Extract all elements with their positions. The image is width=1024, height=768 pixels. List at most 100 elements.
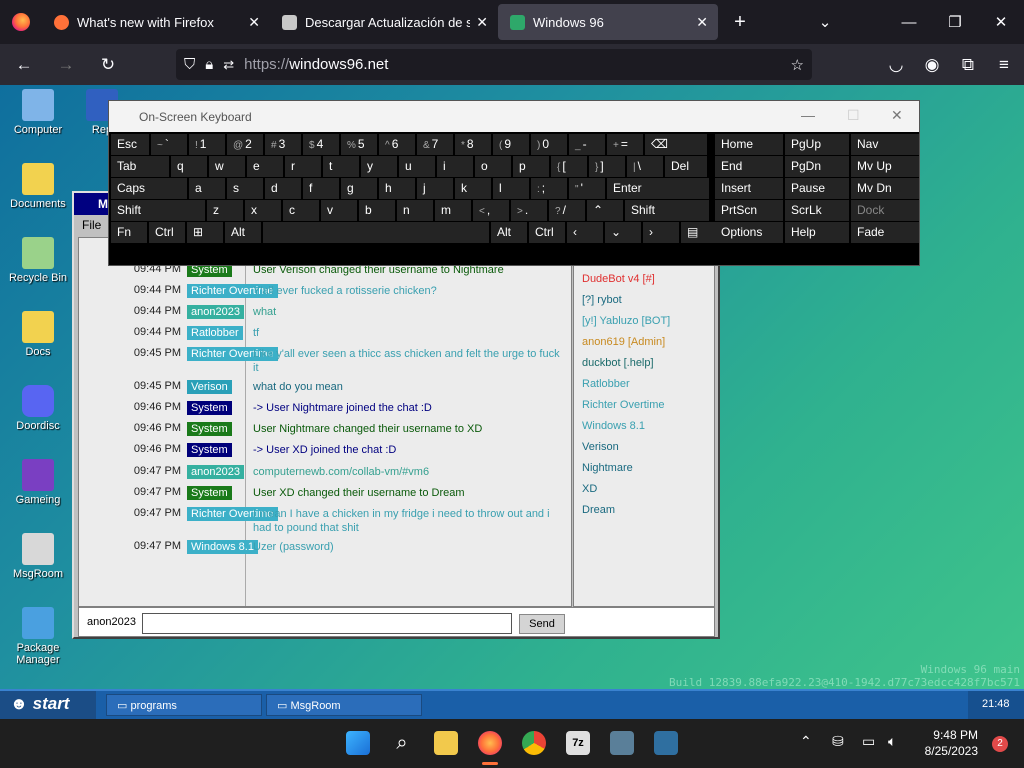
osk-key[interactable]: >. (511, 200, 547, 221)
osk-key[interactable]: " ' (569, 178, 605, 199)
osk-key[interactable]: t (323, 156, 359, 177)
desktop-icon-docs[interactable]: Docs (4, 311, 72, 358)
user-list-item[interactable]: [?] rybot (582, 294, 622, 306)
desktop-icon-documents[interactable]: Documents (4, 163, 72, 210)
osk-key[interactable]: Insert (715, 178, 783, 199)
user-list-item[interactable]: duckbot [.help] (582, 357, 654, 369)
osk-key[interactable]: ⊞ (187, 222, 223, 243)
pocket-icon[interactable]: ◡ (878, 47, 914, 83)
osk-key[interactable]: {[ (551, 156, 587, 177)
osk-key[interactable]: Ctrl (149, 222, 185, 243)
file-explorer-icon[interactable] (434, 731, 458, 755)
message-nick[interactable]: anon2023 (187, 465, 244, 479)
7zip-icon[interactable]: 7z (566, 731, 590, 755)
desktop-icon-package-manager[interactable]: Package Manager (4, 607, 72, 666)
osk-key[interactable]: | \ (627, 156, 663, 177)
osk-key[interactable]: $4 (303, 134, 339, 155)
osk-key[interactable]: › (643, 222, 679, 243)
osk-key[interactable]: Alt (491, 222, 527, 243)
osk-key[interactable]: @2 (227, 134, 263, 155)
lock-icon[interactable]: 🔒︎ (205, 56, 213, 73)
volume-icon[interactable]: 🔈︎ (888, 733, 896, 750)
start-button[interactable]: ☻ start (0, 691, 96, 719)
reload-icon[interactable]: ↻ (90, 47, 126, 83)
desktop-icon-doordisc[interactable]: Doordisc (4, 385, 72, 432)
osk-key[interactable]: g (341, 178, 377, 199)
tab-whats-new[interactable]: What's new with Firefox ✕ (42, 0, 270, 44)
osk-key[interactable]: #3 (265, 134, 301, 155)
osk-key[interactable]: + = (607, 134, 643, 155)
osk-key[interactable]: ScrLk (785, 200, 849, 221)
message-nick[interactable]: System (187, 486, 232, 500)
osk-key[interactable]: <, (473, 200, 509, 221)
osk-key[interactable]: Fn (111, 222, 147, 243)
osk-key[interactable]: k (455, 178, 491, 199)
osk-key[interactable]: f (303, 178, 339, 199)
chevron-up-icon[interactable]: ⌃ (800, 733, 812, 750)
url-bar[interactable]: ⛉ 🔒︎ ⇄ https://windows96.net ☆ (176, 49, 812, 80)
osk-key[interactable]: d (265, 178, 301, 199)
osk-key[interactable]: PgUp (785, 134, 849, 155)
forward-icon[interactable]: → (48, 47, 84, 83)
osk-key[interactable]: Shift (111, 200, 205, 221)
close-window-icon[interactable]: ✕ (978, 0, 1024, 44)
user-list-item[interactable]: [y!] Yabluzo [BOT] (582, 315, 670, 327)
user-list-item[interactable]: XD (582, 483, 597, 495)
osk-key[interactable]: l (493, 178, 529, 199)
minimize-icon[interactable]: — (801, 107, 815, 123)
desktop-icon-recycle-bin[interactable]: Recycle Bin (4, 237, 72, 284)
osk-key[interactable]: Home (715, 134, 783, 155)
user-list-item[interactable]: Windows 8.1 (582, 420, 645, 432)
firefox-icon[interactable] (478, 731, 502, 755)
extensions-icon[interactable]: ⧉ (950, 47, 986, 83)
osk-key[interactable]: c (283, 200, 319, 221)
tab-windows96[interactable]: Windows 96 ✕ (498, 4, 718, 40)
user-list-item[interactable]: Nightmare (582, 462, 633, 474)
user-list-item[interactable]: Ratlobber (582, 378, 630, 390)
osk-key[interactable]: h (379, 178, 415, 199)
osk-key[interactable]: ⌫ (645, 134, 707, 155)
osk-key[interactable]: r (285, 156, 321, 177)
osk-key[interactable]: ⌃ (587, 200, 623, 221)
osk-key[interactable]: Tab (111, 156, 169, 177)
osk-key[interactable]: ⌄ (605, 222, 641, 243)
osk-key[interactable]: a (189, 178, 225, 199)
message-nick[interactable]: Ratlobber (187, 326, 243, 340)
osk-key[interactable]: z (207, 200, 243, 221)
send-button[interactable]: Send (519, 614, 565, 634)
close-tab-icon[interactable]: ✕ (696, 14, 708, 31)
osk-key[interactable]: Mv Up (851, 156, 919, 177)
search-icon[interactable]: ⌕ (390, 731, 414, 755)
monitor-icon[interactable] (654, 731, 678, 755)
taskbar-item-msgroom[interactable]: ▭ MsgRoom (266, 694, 422, 716)
user-list-item[interactable]: Verison (582, 441, 619, 453)
new-tab-icon[interactable]: + (718, 11, 762, 34)
osk-key[interactable]: % 5 (341, 134, 377, 155)
osk-key[interactable]: y (361, 156, 397, 177)
desktop-icon-gameing[interactable]: Gameing (4, 459, 72, 506)
osk-key[interactable]: ▤ (681, 222, 719, 243)
osk-key[interactable]: m (435, 200, 471, 221)
osk-key[interactable]: ! 1 (189, 134, 225, 155)
bookmark-star-icon[interactable]: ☆ (791, 56, 804, 74)
osk-key[interactable]: Esc (111, 134, 149, 155)
tab-descargar[interactable]: Descargar Actualización de seg ✕ (270, 0, 498, 44)
desktop-icon-msgroom[interactable]: MsgRoom (4, 533, 72, 580)
osk-key[interactable]: ^ 6 (379, 134, 415, 155)
osk-key[interactable]: PgDn (785, 156, 849, 177)
menu-icon[interactable]: ≡ (986, 47, 1022, 83)
osk-key[interactable]: Caps (111, 178, 187, 199)
chevron-down-icon[interactable]: ⌄ (802, 0, 848, 44)
osk-key[interactable]: * 8 (455, 134, 491, 155)
osk-key[interactable]: ) 0 (531, 134, 567, 155)
osk-key[interactable]: :; (531, 178, 567, 199)
osk-key[interactable]: n (397, 200, 433, 221)
osk-key[interactable]: v (321, 200, 357, 221)
chat-log[interactable]: 09:44 PMSystem-> User Verison joined the… (78, 237, 572, 607)
message-nick[interactable]: Windows 8.1 (187, 540, 258, 554)
osk-key[interactable]: ~ ` (151, 134, 187, 155)
osk-key[interactable]: Fade (851, 222, 919, 243)
restore-icon[interactable]: ❐ (932, 0, 978, 44)
close-icon[interactable]: ✕ (891, 107, 903, 124)
osk-key[interactable]: i (437, 156, 473, 177)
